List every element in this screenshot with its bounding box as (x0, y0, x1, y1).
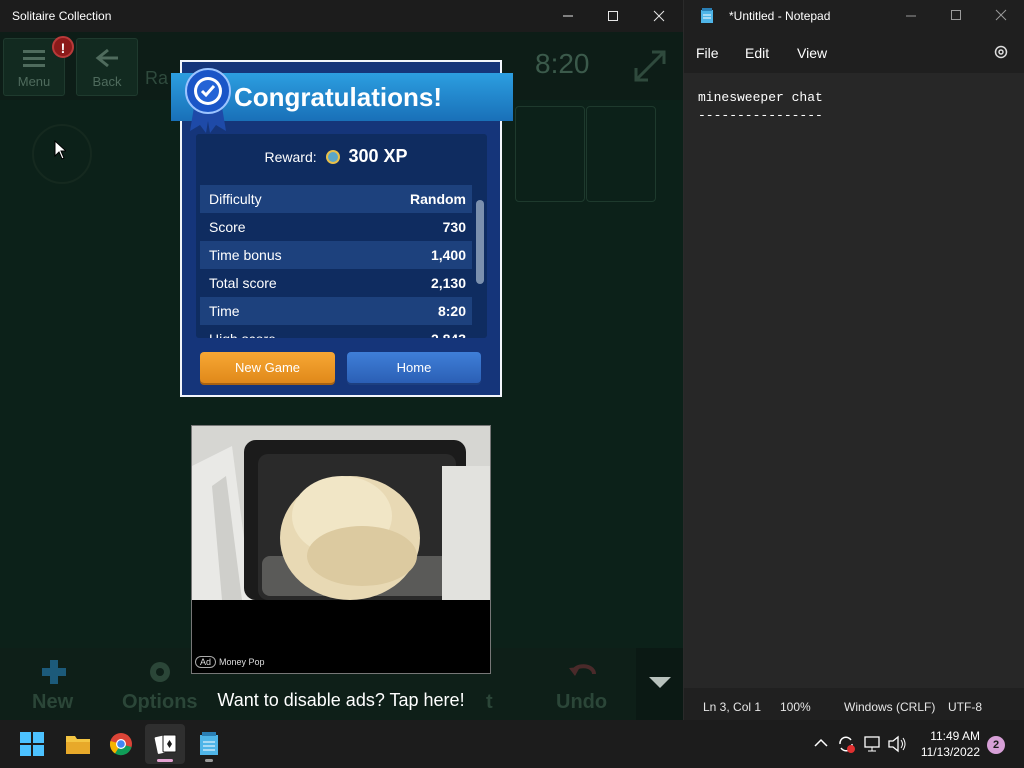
maximize-icon[interactable] (950, 9, 962, 21)
folder-icon (66, 736, 90, 754)
start-button[interactable] (12, 724, 52, 764)
stat-row: Difficulty Random (200, 185, 472, 213)
notepad-icon (200, 732, 218, 755)
sync-icon[interactable] (836, 734, 856, 754)
solitaire-titlebar: Solitaire Collection (0, 0, 683, 32)
new-button[interactable]: New (32, 691, 73, 714)
text-line: ---------------- (698, 108, 823, 123)
chevron-down-icon (649, 677, 671, 688)
taskbar: 11:49 AM 11/13/2022 (0, 720, 1024, 768)
hamburger-icon (23, 50, 45, 67)
menu-label: Menu (17, 74, 51, 89)
home-button[interactable]: Home (347, 352, 481, 383)
ad-tag: Ad (195, 656, 217, 668)
window-title: Solitaire Collection (12, 9, 112, 23)
line-ending: Windows (CRLF) (844, 700, 936, 714)
mouse-cursor-icon (54, 140, 66, 160)
network-icon[interactable] (863, 735, 883, 753)
stat-row: High score2,843 (200, 325, 472, 338)
close-button[interactable] (636, 0, 682, 32)
stat-row: Time bonus 1,400 (200, 241, 472, 269)
timer-display: 8:20 (535, 48, 590, 79)
stat-row: Total score 2,130 (209, 275, 466, 291)
notification-badge[interactable]: 2 (987, 736, 1005, 754)
new-game-button[interactable]: New Game (200, 352, 335, 383)
undo-button[interactable]: Undo (556, 691, 607, 714)
minimize-icon (563, 15, 573, 17)
results-scrollbar[interactable] (476, 200, 484, 284)
close-icon (653, 10, 665, 22)
foundation-slot[interactable] (586, 106, 656, 202)
ad-image-bread (192, 426, 490, 600)
fullscreen-icon[interactable] (632, 48, 668, 84)
alert-badge-icon: ! (52, 36, 74, 58)
notepad-app-icon (701, 8, 713, 23)
game-mode-label: Ra (145, 68, 169, 88)
stat-row: Score 730 (209, 219, 466, 235)
stat-row: Time 8:20 (200, 297, 472, 325)
minimize-icon[interactable] (905, 10, 917, 22)
foundation-slot[interactable] (515, 106, 585, 202)
back-arrow-icon (95, 48, 118, 68)
windows-logo-icon (20, 732, 44, 756)
plus-icon[interactable] (40, 658, 68, 686)
more-button[interactable] (636, 648, 683, 720)
notepad-title: *Untitled - Notepad (729, 9, 831, 23)
menu-file[interactable]: File (696, 45, 719, 61)
clock-date: 11/13/2022 (920, 745, 980, 759)
reward-line: Reward: 300 XP (196, 146, 476, 167)
gear-icon[interactable] (146, 658, 174, 686)
taskbar-notepad[interactable] (189, 724, 229, 764)
notepad-text-area[interactable]: minesweeper chat ---------------- (684, 73, 1024, 688)
zoom-level: 100% (780, 700, 811, 714)
chrome-icon (109, 733, 132, 756)
dialog-title: Congratulations! (234, 82, 442, 112)
running-indicator (205, 759, 213, 762)
maximize-icon (608, 11, 618, 21)
clock-time: 11:49 AM (930, 729, 980, 743)
solitaire-window: Solitaire Collection Menu ! Back Ra 8:20 (0, 0, 684, 720)
system-clock[interactable]: 11:49 AM 11/13/2022 (916, 728, 980, 760)
taskbar-chrome[interactable] (101, 724, 141, 764)
xp-coin-icon (325, 150, 340, 164)
ad-attribution: Ad Money Pop (195, 656, 265, 668)
back-label: Back (92, 74, 122, 89)
active-indicator (157, 759, 173, 762)
solitaire-cards-icon (154, 734, 177, 754)
menu-edit[interactable]: Edit (745, 45, 769, 61)
options-button[interactable]: Options (122, 691, 198, 714)
volume-icon[interactable] (887, 735, 907, 753)
reward-label: Reward: (264, 149, 317, 165)
back-button[interactable]: Back (76, 38, 138, 96)
text-line: minesweeper chat (698, 90, 823, 105)
settings-gear-icon[interactable] (993, 44, 1009, 60)
close-icon[interactable] (995, 9, 1007, 21)
disable-ads-link[interactable]: Want to disable ads? Tap here! (191, 690, 491, 711)
taskbar-solitaire[interactable] (145, 724, 185, 764)
chevron-up-icon[interactable] (814, 738, 828, 748)
taskbar-file-explorer[interactable] (57, 724, 97, 764)
advertisement[interactable] (191, 425, 491, 674)
encoding: UTF-8 (948, 700, 982, 714)
undo-icon[interactable] (568, 658, 600, 686)
cursor-position: Ln 3, Col 1 (703, 700, 762, 714)
ad-advertiser: Money Pop (219, 657, 265, 667)
menu-view[interactable]: View (797, 45, 827, 61)
reward-value: 300 XP (348, 146, 408, 166)
notepad-window: *Untitled - Notepad File Edit View mines… (684, 0, 1024, 720)
notepad-status-bar: Ln 3, Col 1 100% Windows (CRLF) UTF-8 (684, 688, 1024, 720)
minimize-button[interactable] (545, 0, 591, 32)
results-panel: Reward: 300 XP Difficulty Random Score 730… (196, 134, 487, 338)
maximize-button[interactable] (590, 0, 636, 32)
award-ribbon-icon (185, 68, 231, 133)
